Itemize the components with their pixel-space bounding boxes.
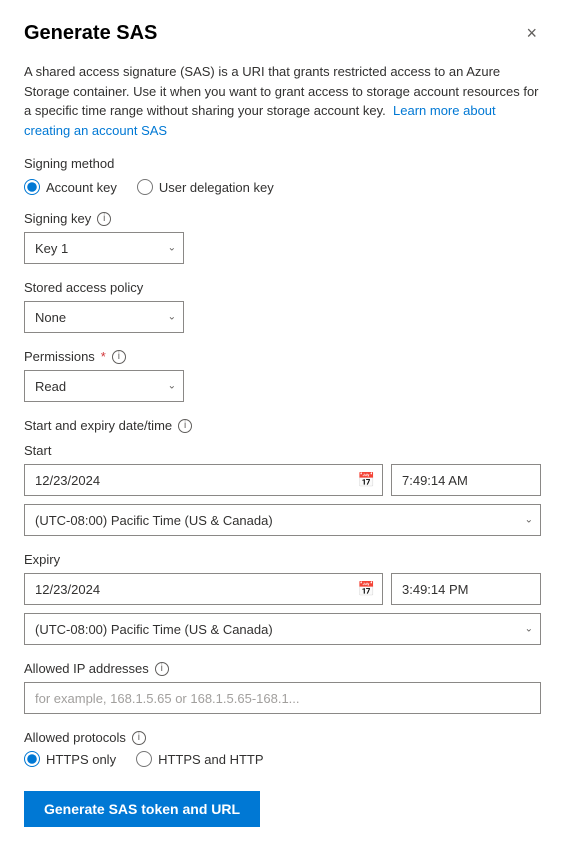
expiry-group: Expiry 📅 (UTC-08:00) Pacific Time (US & …	[24, 552, 541, 645]
user-delegation-key-option[interactable]: User delegation key	[137, 179, 274, 195]
expiry-date-input-wrapper: 📅	[24, 573, 383, 605]
permissions-required-indicator: *	[101, 349, 106, 364]
https-http-radio[interactable]	[136, 751, 152, 767]
stored-access-policy-select-wrapper: None ⌄	[24, 301, 184, 333]
https-http-option[interactable]: HTTPS and HTTP	[136, 751, 263, 767]
allowed-protocols-label-row: Allowed protocols i	[24, 730, 541, 745]
signing-key-info-icon[interactable]: i	[97, 212, 111, 226]
signing-key-select[interactable]: Key 1 Key 2	[24, 232, 184, 264]
start-label: Start	[24, 443, 541, 458]
allowed-ip-label: Allowed IP addresses	[24, 661, 149, 676]
stored-access-policy-select[interactable]: None	[24, 301, 184, 333]
expiry-label: Expiry	[24, 552, 541, 567]
https-http-label: HTTPS and HTTP	[158, 752, 263, 767]
start-expiry-label: Start and expiry date/time	[24, 418, 172, 433]
https-only-radio[interactable]	[24, 751, 40, 767]
allowed-protocols-radio-group: HTTPS only HTTPS and HTTP	[24, 751, 541, 767]
allowed-ip-group: Allowed IP addresses i	[24, 661, 541, 714]
permissions-select-wrapper: Read Write Delete List ⌄	[24, 370, 184, 402]
signing-key-label-row: Signing key i	[24, 211, 541, 226]
signing-method-radio-group: Account key User delegation key	[24, 179, 541, 195]
start-time-input-wrapper	[391, 464, 541, 496]
start-timezone-select-wrapper: (UTC-08:00) Pacific Time (US & Canada) (…	[24, 504, 541, 536]
expiry-time-input-wrapper	[391, 573, 541, 605]
start-group: Start 📅 (UTC-08:00) Pacific Time (US & C…	[24, 443, 541, 536]
generate-sas-button[interactable]: Generate SAS token and URL	[24, 791, 260, 827]
https-only-option[interactable]: HTTPS only	[24, 751, 116, 767]
allowed-protocols-info-icon[interactable]: i	[132, 731, 146, 745]
signing-key-group: Signing key i Key 1 Key 2 ⌄	[24, 211, 541, 264]
signing-key-label: Signing key	[24, 211, 91, 226]
start-expiry-label-row: Start and expiry date/time i	[24, 418, 541, 433]
expiry-time-input[interactable]	[391, 573, 541, 605]
account-key-radio[interactable]	[24, 179, 40, 195]
signing-method-group: Signing method Account key User delegati…	[24, 156, 541, 195]
user-delegation-key-radio[interactable]	[137, 179, 153, 195]
permissions-label: Permissions	[24, 349, 95, 364]
allowed-ip-label-row: Allowed IP addresses i	[24, 661, 541, 676]
account-key-label: Account key	[46, 180, 117, 195]
start-timezone-select[interactable]: (UTC-08:00) Pacific Time (US & Canada) (…	[24, 504, 541, 536]
allowed-protocols-group: Allowed protocols i HTTPS only HTTPS and…	[24, 730, 541, 767]
start-date-input-wrapper: 📅	[24, 464, 383, 496]
user-delegation-key-label: User delegation key	[159, 180, 274, 195]
allowed-ip-info-icon[interactable]: i	[155, 662, 169, 676]
expiry-date-time-row: 📅	[24, 573, 541, 605]
account-key-option[interactable]: Account key	[24, 179, 117, 195]
close-button[interactable]: ×	[522, 20, 541, 46]
expiry-timezone-select[interactable]: (UTC-08:00) Pacific Time (US & Canada) (…	[24, 613, 541, 645]
dialog-title: Generate SAS	[24, 22, 157, 45]
stored-access-policy-group: Stored access policy None ⌄	[24, 280, 541, 333]
permissions-select[interactable]: Read Write Delete List	[24, 370, 184, 402]
allowed-ip-input[interactable]	[24, 682, 541, 714]
expiry-timezone-select-wrapper: (UTC-08:00) Pacific Time (US & Canada) (…	[24, 613, 541, 645]
dialog-header: Generate SAS ×	[24, 20, 541, 46]
start-date-time-row: 📅	[24, 464, 541, 496]
generate-sas-dialog: Generate SAS × A shared access signature…	[0, 0, 565, 851]
start-date-input[interactable]	[24, 464, 383, 496]
permissions-group: Permissions * i Read Write Delete List ⌄	[24, 349, 541, 402]
signing-key-select-wrapper: Key 1 Key 2 ⌄	[24, 232, 184, 264]
stored-access-policy-label: Stored access policy	[24, 280, 143, 295]
expiry-date-input[interactable]	[24, 573, 383, 605]
allowed-protocols-label: Allowed protocols	[24, 730, 126, 745]
start-time-input[interactable]	[391, 464, 541, 496]
signing-method-label: Signing method	[24, 156, 541, 171]
start-expiry-info-icon[interactable]: i	[178, 419, 192, 433]
description-text: A shared access signature (SAS) is a URI…	[24, 62, 541, 140]
https-only-label: HTTPS only	[46, 752, 116, 767]
permissions-label-row: Permissions * i	[24, 349, 541, 364]
permissions-info-icon[interactable]: i	[112, 350, 126, 364]
stored-access-policy-label-row: Stored access policy	[24, 280, 541, 295]
